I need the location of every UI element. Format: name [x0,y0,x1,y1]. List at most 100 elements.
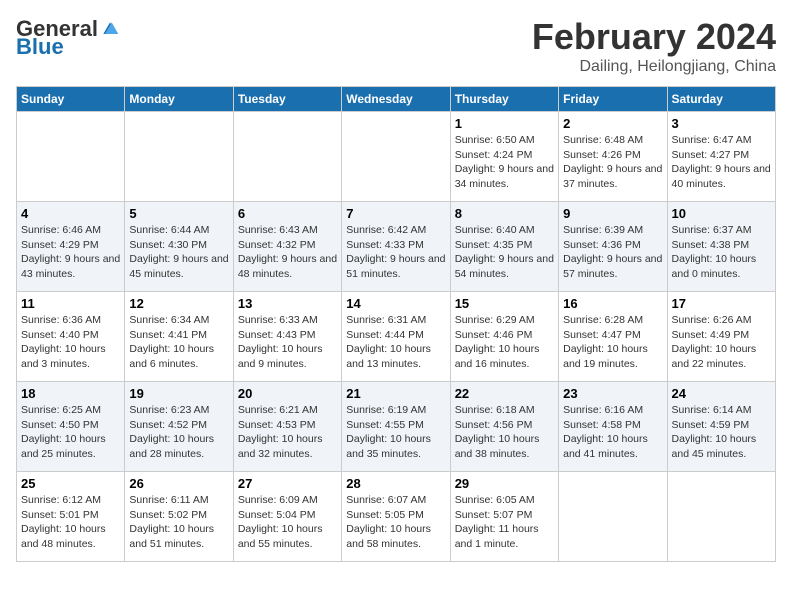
day-number: 8 [455,206,554,221]
calendar-table: SundayMondayTuesdayWednesdayThursdayFrid… [16,86,776,562]
day-number: 10 [672,206,771,221]
calendar-week-row: 18 Sunrise: 6:25 AMSunset: 4:50 PMDayligh… [17,382,776,472]
day-number: 6 [238,206,337,221]
day-number: 17 [672,296,771,311]
calendar-location: Dailing, Heilongjiang, China [532,58,776,76]
day-number: 25 [21,476,120,491]
header-wednesday: Wednesday [342,87,450,112]
calendar-cell [559,472,667,562]
calendar-cell: 24Sunrise: 6:14 AMSunset: 4:59 PMDayligh… [667,382,775,472]
calendar-cell: 15 Sunrise: 6:29 AMSunset: 4:46 PMDayligh… [450,292,558,382]
day-info: Sunrise: 6:21 AMSunset: 4:53 PMDaylight:… [238,403,337,462]
day-number: 29 [455,476,554,491]
day-number: 9 [563,206,662,221]
day-info: Sunrise: 6:05 AMSunset: 5:07 PMDaylight:… [455,493,554,552]
logo: General Blue [16,16,120,60]
day-info: Sunrise: 6:43 AMSunset: 4:32 PMDaylight:… [238,223,337,282]
day-info: Sunrise: 6:29 AMSunset: 4:46 PMDaylight:… [455,313,554,372]
calendar-cell: 3Sunrise: 6:47 AMSunset: 4:27 PMDaylight… [667,112,775,202]
day-info: Sunrise: 6:37 AMSunset: 4:38 PMDaylight:… [672,223,771,282]
day-number: 24 [672,386,771,401]
calendar-cell: 13 Sunrise: 6:33 AMSunset: 4:43 PMDayligh… [233,292,341,382]
calendar-cell: 20 Sunrise: 6:21 AMSunset: 4:53 PMDayligh… [233,382,341,472]
day-number: 15 [455,296,554,311]
calendar-cell: 2Sunrise: 6:48 AMSunset: 4:26 PMDaylight… [559,112,667,202]
day-info: Sunrise: 6:09 AMSunset: 5:04 PMDaylight:… [238,493,337,552]
calendar-cell: 5Sunrise: 6:44 AMSunset: 4:30 PMDaylight… [125,202,233,292]
day-number: 22 [455,386,554,401]
logo-icon [100,19,120,39]
day-info: Sunrise: 6:23 AMSunset: 4:52 PMDaylight:… [129,403,228,462]
calendar-header-row: SundayMondayTuesdayWednesdayThursdayFrid… [17,87,776,112]
calendar-week-row: 1 Sunrise: 6:50 AMSunset: 4:24 PMDaylight… [17,112,776,202]
day-info: Sunrise: 6:39 AMSunset: 4:36 PMDaylight:… [563,223,662,282]
calendar-cell: 6 Sunrise: 6:43 AMSunset: 4:32 PMDaylight… [233,202,341,292]
calendar-cell: 10 Sunrise: 6:37 AMSunset: 4:38 PMDayligh… [667,202,775,292]
day-number: 26 [129,476,228,491]
day-number: 5 [129,206,228,221]
calendar-cell: 7Sunrise: 6:42 AMSunset: 4:33 PMDaylight… [342,202,450,292]
calendar-cell: 25 Sunrise: 6:12 AMSunset: 5:01 PMDayligh… [17,472,125,562]
calendar-cell [233,112,341,202]
day-number: 3 [672,116,771,131]
day-info: Sunrise: 6:34 AMSunset: 4:41 PMDaylight:… [129,313,228,372]
day-info: Sunrise: 6:26 AMSunset: 4:49 PMDaylight:… [672,313,771,372]
day-number: 21 [346,386,445,401]
header-tuesday: Tuesday [233,87,341,112]
calendar-cell: 9 Sunrise: 6:39 AMSunset: 4:36 PMDaylight… [559,202,667,292]
calendar-cell: 11Sunrise: 6:36 AMSunset: 4:40 PMDayligh… [17,292,125,382]
calendar-cell: 18 Sunrise: 6:25 AMSunset: 4:50 PMDayligh… [17,382,125,472]
calendar-week-row: 25 Sunrise: 6:12 AMSunset: 5:01 PMDayligh… [17,472,776,562]
calendar-cell: 14 Sunrise: 6:31 AMSunset: 4:44 PMDayligh… [342,292,450,382]
day-info: Sunrise: 6:16 AMSunset: 4:58 PMDaylight:… [563,403,662,462]
day-info: Sunrise: 6:40 AMSunset: 4:35 PMDaylight:… [455,223,554,282]
day-info: Sunrise: 6:46 AMSunset: 4:29 PMDaylight:… [21,223,120,282]
calendar-cell: 21 Sunrise: 6:19 AMSunset: 4:55 PMDayligh… [342,382,450,472]
day-info: Sunrise: 6:50 AMSunset: 4:24 PMDaylight:… [455,133,554,192]
day-info: Sunrise: 6:07 AMSunset: 5:05 PMDaylight:… [346,493,445,552]
calendar-cell: 8 Sunrise: 6:40 AMSunset: 4:35 PMDaylight… [450,202,558,292]
calendar-cell [342,112,450,202]
calendar-week-row: 11Sunrise: 6:36 AMSunset: 4:40 PMDayligh… [17,292,776,382]
calendar-cell: 28 Sunrise: 6:07 AMSunset: 5:05 PMDayligh… [342,472,450,562]
day-info: Sunrise: 6:19 AMSunset: 4:55 PMDaylight:… [346,403,445,462]
calendar-cell [667,472,775,562]
day-number: 13 [238,296,337,311]
calendar-cell [125,112,233,202]
day-number: 19 [129,386,228,401]
day-number: 2 [563,116,662,131]
day-number: 4 [21,206,120,221]
calendar-cell: 27Sunrise: 6:09 AMSunset: 5:04 PMDayligh… [233,472,341,562]
calendar-cell: 23 Sunrise: 6:16 AMSunset: 4:58 PMDayligh… [559,382,667,472]
calendar-cell: 29 Sunrise: 6:05 AMSunset: 5:07 PMDayligh… [450,472,558,562]
day-number: 18 [21,386,120,401]
day-number: 23 [563,386,662,401]
header-monday: Monday [125,87,233,112]
header-saturday: Saturday [667,87,775,112]
calendar-cell: 19 Sunrise: 6:23 AMSunset: 4:52 PMDayligh… [125,382,233,472]
day-number: 20 [238,386,337,401]
day-info: Sunrise: 6:33 AMSunset: 4:43 PMDaylight:… [238,313,337,372]
calendar-cell: 16Sunrise: 6:28 AMSunset: 4:47 PMDayligh… [559,292,667,382]
day-number: 16 [563,296,662,311]
calendar-title: February 2024 [532,16,776,58]
day-number: 1 [455,116,554,131]
day-info: Sunrise: 6:18 AMSunset: 4:56 PMDaylight:… [455,403,554,462]
calendar-cell: 1 Sunrise: 6:50 AMSunset: 4:24 PMDaylight… [450,112,558,202]
day-number: 28 [346,476,445,491]
day-info: Sunrise: 6:31 AMSunset: 4:44 PMDaylight:… [346,313,445,372]
calendar-cell [17,112,125,202]
day-info: Sunrise: 6:25 AMSunset: 4:50 PMDaylight:… [21,403,120,462]
calendar-cell: 4 Sunrise: 6:46 AMSunset: 4:29 PMDaylight… [17,202,125,292]
header-thursday: Thursday [450,87,558,112]
calendar-week-row: 4 Sunrise: 6:46 AMSunset: 4:29 PMDaylight… [17,202,776,292]
day-info: Sunrise: 6:12 AMSunset: 5:01 PMDaylight:… [21,493,120,552]
header-friday: Friday [559,87,667,112]
calendar-cell: 17 Sunrise: 6:26 AMSunset: 4:49 PMDayligh… [667,292,775,382]
calendar-cell: 12Sunrise: 6:34 AMSunset: 4:41 PMDayligh… [125,292,233,382]
title-block: February 2024 Dailing, Heilongjiang, Chi… [532,16,776,76]
day-number: 14 [346,296,445,311]
day-info: Sunrise: 6:36 AMSunset: 4:40 PMDaylight:… [21,313,120,372]
calendar-cell: 22 Sunrise: 6:18 AMSunset: 4:56 PMDayligh… [450,382,558,472]
page-header: General Blue February 2024 Dailing, Heil… [16,16,776,76]
